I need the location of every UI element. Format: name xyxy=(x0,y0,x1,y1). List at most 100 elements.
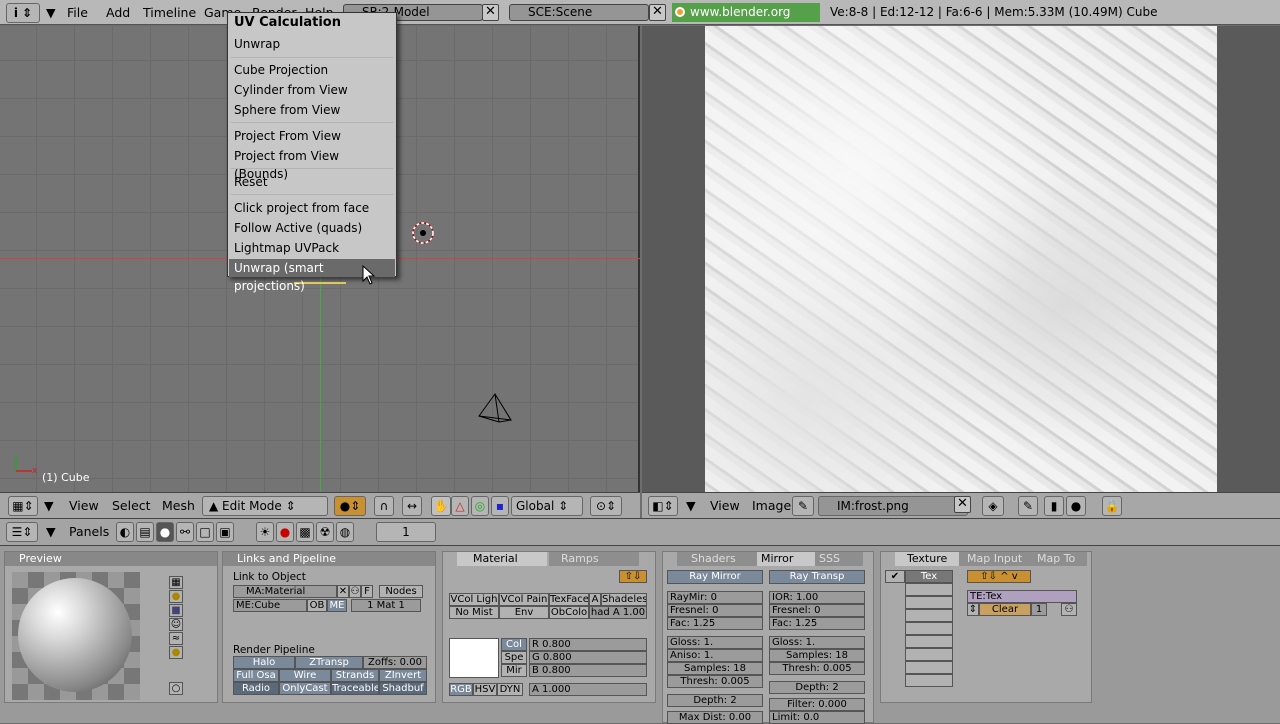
scene-delete-button[interactable]: ✕ xyxy=(649,4,666,21)
menu-add[interactable]: Add xyxy=(106,0,130,25)
material-index-field[interactable]: 1 Mat 1 xyxy=(351,599,421,612)
menu-item-reset[interactable]: Reset xyxy=(229,173,395,191)
aniso-slider[interactable]: Aniso: 1. xyxy=(667,649,763,662)
tab-ramps[interactable]: Ramps xyxy=(549,552,639,566)
tab-texture[interactable]: Texture xyxy=(895,552,959,566)
menu-item-project-from-view-bounds[interactable]: Project from View (Bounds) xyxy=(229,147,395,181)
material-context-icon[interactable]: ● xyxy=(276,522,294,542)
mirror-samples-field[interactable]: Samples: 18 xyxy=(667,662,763,675)
collapse-arrow-icon[interactable]: ▼ xyxy=(44,496,54,516)
menu-item-sphere-from-view[interactable]: Sphere from View xyxy=(229,101,395,119)
onlycast-button[interactable]: OnlyCast xyxy=(279,682,331,695)
texface-alpha-button[interactable]: A xyxy=(589,593,601,606)
texture-enable-checkbox[interactable]: ✔ xyxy=(885,570,905,583)
texture-slot-9[interactable] xyxy=(905,674,953,687)
tab-map-to[interactable]: Map To xyxy=(1031,552,1087,566)
translate-icon[interactable]: △ xyxy=(451,496,469,516)
menu-file[interactable]: File xyxy=(67,0,88,25)
screen-delete-button[interactable]: ✕ xyxy=(482,4,499,21)
mirror-fresnel-slider[interactable]: Fresnel: 0 xyxy=(667,604,763,617)
collapse-arrow-icon[interactable]: ▼ xyxy=(686,496,696,516)
menu-select[interactable]: Select xyxy=(112,496,151,516)
mir-button[interactable]: Mir xyxy=(501,664,527,677)
link-ob-button[interactable]: OB xyxy=(307,599,327,612)
texture-context-icon[interactable]: ▩ xyxy=(296,522,314,542)
uv-image-editor[interactable] xyxy=(642,26,1280,492)
env-button[interactable]: Env xyxy=(499,606,549,619)
draw-type-button[interactable]: ●⇕ xyxy=(334,496,366,516)
object-context-icon[interactable]: ⚯ xyxy=(176,522,194,542)
menu-timeline[interactable]: Timeline xyxy=(143,0,196,25)
shadow-alpha-field[interactable]: had A 1.00 xyxy=(589,606,647,619)
pin-icon[interactable]: ✎ xyxy=(792,496,814,516)
tab-shaders[interactable]: Shaders xyxy=(677,552,757,566)
strands-button[interactable]: Strands xyxy=(331,669,379,682)
menu-item-click-project-from-face[interactable]: Click project from face xyxy=(229,199,395,217)
transp-fresnel-slider[interactable]: Fresnel: 0 xyxy=(769,604,865,617)
tab-sss[interactable]: SSS xyxy=(815,552,863,566)
fake-user-button[interactable]: F xyxy=(361,585,373,598)
radio-button[interactable]: Radio xyxy=(233,682,279,695)
no-mist-button[interactable]: No Mist xyxy=(449,606,499,619)
blue-slider[interactable]: B 0.800 xyxy=(529,664,647,677)
texface-button[interactable]: TexFace xyxy=(549,593,589,606)
rotate-icon[interactable]: ◎ xyxy=(471,496,489,516)
editing-context-icon[interactable]: □ xyxy=(196,522,214,542)
scene-context-icon[interactable]: ▣ xyxy=(216,522,234,542)
texture-slot-6[interactable] xyxy=(905,635,953,648)
mirror-fac-slider[interactable]: Fac: 1.25 xyxy=(667,617,763,630)
link-me-button[interactable]: ME xyxy=(327,599,347,612)
texture-slot-4[interactable] xyxy=(905,609,953,622)
menu-image[interactable]: Image xyxy=(752,496,791,516)
blender-url-badge[interactable]: www.blender.org 249.2 xyxy=(672,3,820,38)
texture-browse-icon[interactable]: ⇕ xyxy=(967,603,979,616)
halo-button[interactable]: Halo xyxy=(233,656,295,669)
traceable-button[interactable]: Traceable xyxy=(331,682,379,695)
record-icon[interactable]: ● xyxy=(1066,496,1086,516)
texture-name-field[interactable]: TE:Tex xyxy=(967,590,1077,603)
orientation-select[interactable]: Global ⇕ xyxy=(511,496,583,516)
ior-slider[interactable]: IOR: 1.00 xyxy=(769,591,865,604)
mirror-gloss-slider[interactable]: Gloss: 1. xyxy=(667,636,763,649)
shading-context-icon[interactable]: ● xyxy=(156,522,174,542)
hand-icon[interactable]: ✋ xyxy=(431,496,451,516)
wire-button[interactable]: Wire xyxy=(279,669,331,682)
ray-transp-button[interactable]: Ray Transp xyxy=(769,570,865,584)
buttons-editor-type-button[interactable]: ☰⇕ xyxy=(6,522,38,542)
tab-mirror-transp[interactable]: Mirror Tran xyxy=(757,552,815,566)
image-name-field[interactable]: IM:frost.png xyxy=(818,496,968,516)
preview-plane-button[interactable]: ▦ xyxy=(169,576,183,589)
material-unlink-button[interactable]: ✕ xyxy=(337,585,349,598)
shadeless-button[interactable]: Shadeles xyxy=(601,593,647,606)
material-users-icon[interactable]: ⚇ xyxy=(349,585,361,598)
material-name-field[interactable]: MA:Material xyxy=(233,585,337,598)
alpha-slider[interactable]: A 1.000 xyxy=(529,683,647,696)
pivot-icon[interactable]: ⊙⇕ xyxy=(590,496,622,516)
paint-icon[interactable]: ✎ xyxy=(1018,496,1038,516)
texture-slot-7[interactable] xyxy=(905,648,953,661)
zinvert-button[interactable]: ZInvert xyxy=(379,669,427,682)
lamp-context-icon[interactable]: ☀ xyxy=(256,522,274,542)
max-dist-field[interactable]: Max Dist: 0.00 xyxy=(667,711,763,724)
preview-sphere-large-button[interactable]: ● xyxy=(169,646,183,659)
menu-item-unwrap[interactable]: Unwrap xyxy=(229,35,395,53)
menu-item-cube-projection[interactable]: Cube Projection xyxy=(229,61,395,79)
mirror-thresh-field[interactable]: Thresh: 0.005 xyxy=(667,675,763,688)
full-osa-button[interactable]: Full Osa xyxy=(233,669,279,682)
hsv-button[interactable]: HSV xyxy=(473,683,497,696)
menu-view[interactable]: View xyxy=(710,496,740,516)
tab-material[interactable]: Material xyxy=(457,552,547,566)
panels-menu[interactable]: Panels xyxy=(69,522,109,542)
preview-sphere-button[interactable]: ● xyxy=(169,590,183,603)
transform-manipulator-icon[interactable]: ↔ xyxy=(402,496,422,516)
raymir-slider[interactable]: RayMir: 0 xyxy=(667,591,763,604)
texture-slot-5[interactable] xyxy=(905,622,953,635)
menu-item-lightmap-uvpack[interactable]: Lightmap UVPack xyxy=(229,239,395,257)
collapse-arrow-icon[interactable]: ▼ xyxy=(46,522,56,542)
mesh-name-field[interactable]: ME:Cube xyxy=(233,599,307,612)
texture-slot-1[interactable]: Tex xyxy=(905,570,953,583)
menu-item-cylinder-from-view[interactable]: Cylinder from View xyxy=(229,81,395,99)
transp-fac-slider[interactable]: Fac: 1.25 xyxy=(769,617,865,630)
transp-depth-field[interactable]: Depth: 2 xyxy=(769,681,865,694)
preview-hair-button[interactable]: ≈ xyxy=(169,632,183,645)
